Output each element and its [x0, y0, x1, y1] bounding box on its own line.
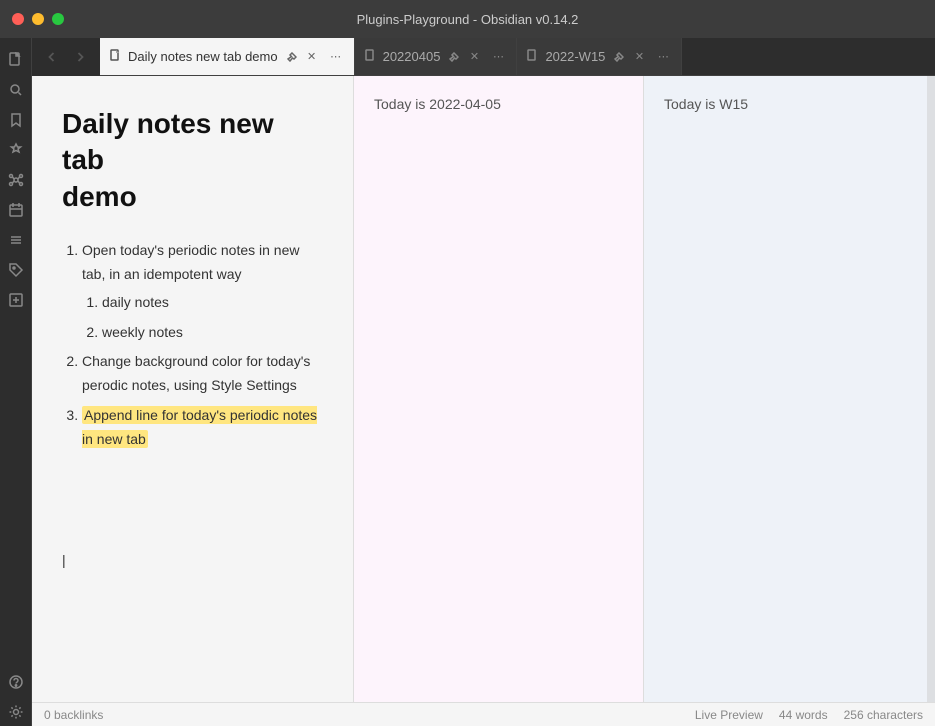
pane-weekly-content: Today is W15 [644, 76, 935, 132]
pane-weekly: Today is W15 [644, 76, 935, 702]
tab-weekly[interactable]: 2022-W15 ✕ ⋯ [517, 38, 682, 75]
tab-weekly-actions: ✕ [611, 49, 647, 65]
tab-daily-close[interactable]: ✕ [466, 49, 482, 65]
tab-weekly-label: 2022-W15 [545, 49, 605, 64]
titlebar: Plugins-Playground - Obsidian v0.14.2 [0, 0, 935, 38]
maximize-button[interactable] [52, 13, 64, 25]
tab-main[interactable]: Daily notes new tab demo ✕ ⋯ [100, 38, 355, 75]
status-characters: 256 characters [844, 708, 923, 722]
tab-main-label: Daily notes new tab demo [128, 49, 278, 64]
window-title: Plugins-Playground - Obsidian v0.14.2 [357, 12, 579, 27]
sidebar-icon-list[interactable] [2, 226, 30, 254]
pane-daily: Today is 2022-04-05 [354, 76, 644, 702]
sidebar-icon-calendar[interactable] [2, 196, 30, 224]
panes: Daily notes new tabdemo Open today's per… [32, 76, 935, 702]
sidebar [0, 38, 32, 726]
minimize-button[interactable] [32, 13, 44, 25]
tab-weekly-pin[interactable] [611, 49, 627, 65]
tab-weekly-icon [527, 49, 539, 64]
tab-main-icon [110, 49, 122, 64]
list-item-1: Open today's periodic notes in new tab, … [82, 239, 323, 344]
sidebar-icon-review[interactable] [2, 286, 30, 314]
highlight-text: Append line for today's periodic notes i… [82, 406, 317, 448]
sidebar-icon-search[interactable] [2, 76, 30, 104]
tab-main-pin[interactable] [284, 49, 300, 65]
tab-main-close[interactable]: ✕ [304, 49, 320, 65]
statusbar: 0 backlinks Live Preview 44 words 256 ch… [32, 702, 935, 726]
sidebar-icon-bookmark[interactable] [2, 106, 30, 134]
tab-daily[interactable]: 20220405 ✕ ⋯ [355, 38, 518, 75]
back-button[interactable] [40, 45, 64, 69]
traffic-lights [12, 13, 64, 25]
status-backlinks: 0 backlinks [44, 708, 103, 722]
status-mode[interactable]: Live Preview [695, 708, 763, 722]
list-item-1-1: daily notes [102, 291, 323, 315]
nav-arrows [32, 38, 100, 76]
sidebar-icon-tags[interactable] [2, 256, 30, 284]
sidebar-icon-help[interactable] [2, 668, 30, 696]
tab-weekly-more[interactable]: ⋯ [655, 49, 671, 65]
note-title: Daily notes new tabdemo [62, 106, 323, 215]
note-body: Open today's periodic notes in new tab, … [62, 239, 323, 451]
sidebar-icon-settings[interactable] [2, 698, 30, 726]
list-item-3: Append line for today's periodic notes i… [82, 404, 323, 452]
pane-weekly-text: Today is W15 [664, 96, 748, 112]
pane-main: Daily notes new tabdemo Open today's per… [32, 76, 354, 702]
sidebar-icon-plugins[interactable] [2, 136, 30, 164]
tab-daily-icon [365, 49, 377, 64]
pane-daily-text: Today is 2022-04-05 [374, 96, 501, 112]
tab-daily-label: 20220405 [383, 49, 441, 64]
right-collapse-handle[interactable] [927, 76, 935, 702]
app-body: Daily notes new tab demo ✕ ⋯ [0, 38, 935, 726]
forward-button[interactable] [68, 45, 92, 69]
status-words: 44 words [779, 708, 828, 722]
pane-daily-content: Today is 2022-04-05 [354, 76, 643, 132]
tab-main-actions: ✕ [284, 49, 320, 65]
content-area: Daily notes new tab demo ✕ ⋯ [32, 38, 935, 726]
tab-main-more[interactable]: ⋯ [328, 49, 344, 65]
list-item-2: Change background color for today's pero… [82, 350, 323, 398]
tab-daily-more[interactable]: ⋯ [490, 49, 506, 65]
sidebar-icon-files[interactable] [2, 46, 30, 74]
tab-weekly-close[interactable]: ✕ [631, 49, 647, 65]
tabs-row: Daily notes new tab demo ✕ ⋯ [100, 38, 935, 76]
cursor-position[interactable]: | [62, 552, 66, 568]
tab-daily-pin[interactable] [446, 49, 462, 65]
close-button[interactable] [12, 13, 24, 25]
tab-daily-actions: ✕ [446, 49, 482, 65]
note-content[interactable]: Daily notes new tabdemo Open today's per… [32, 76, 353, 702]
sidebar-icon-graph[interactable] [2, 166, 30, 194]
list-item-1-2: weekly notes [102, 321, 323, 345]
